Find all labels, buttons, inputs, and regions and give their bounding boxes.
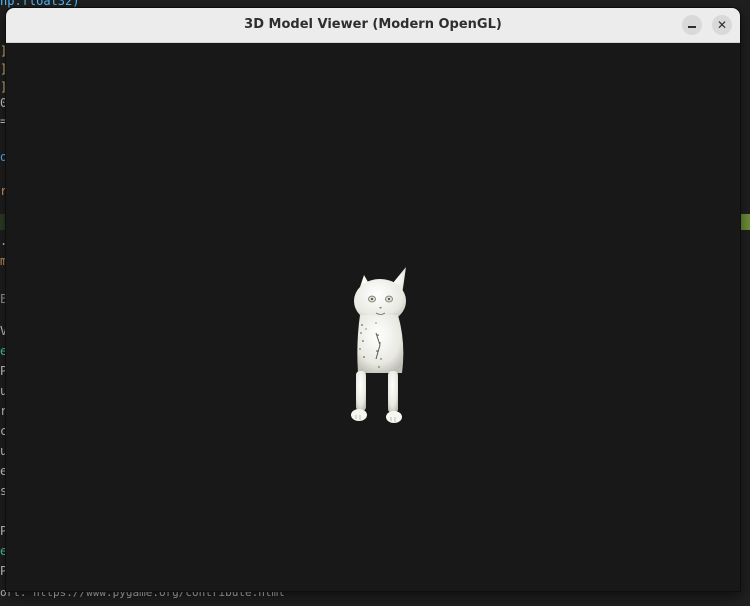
model-viewer-window: 3D Model Viewer (Modern OpenGL) ✕ — [6, 8, 740, 591]
minimize-icon — [688, 26, 696, 28]
minimize-button[interactable] — [682, 15, 702, 35]
window-title: 3D Model Viewer (Modern OpenGL) — [244, 17, 502, 32]
close-icon: ✕ — [716, 18, 728, 32]
close-button[interactable]: ✕ — [712, 15, 732, 35]
background-code-top: np.float32) — [0, 0, 80, 8]
opengl-viewport[interactable] — [6, 43, 740, 591]
background-highlight-strip — [741, 214, 750, 230]
window-titlebar[interactable]: 3D Model Viewer (Modern OpenGL) ✕ — [6, 8, 740, 43]
cat-model — [351, 267, 406, 423]
